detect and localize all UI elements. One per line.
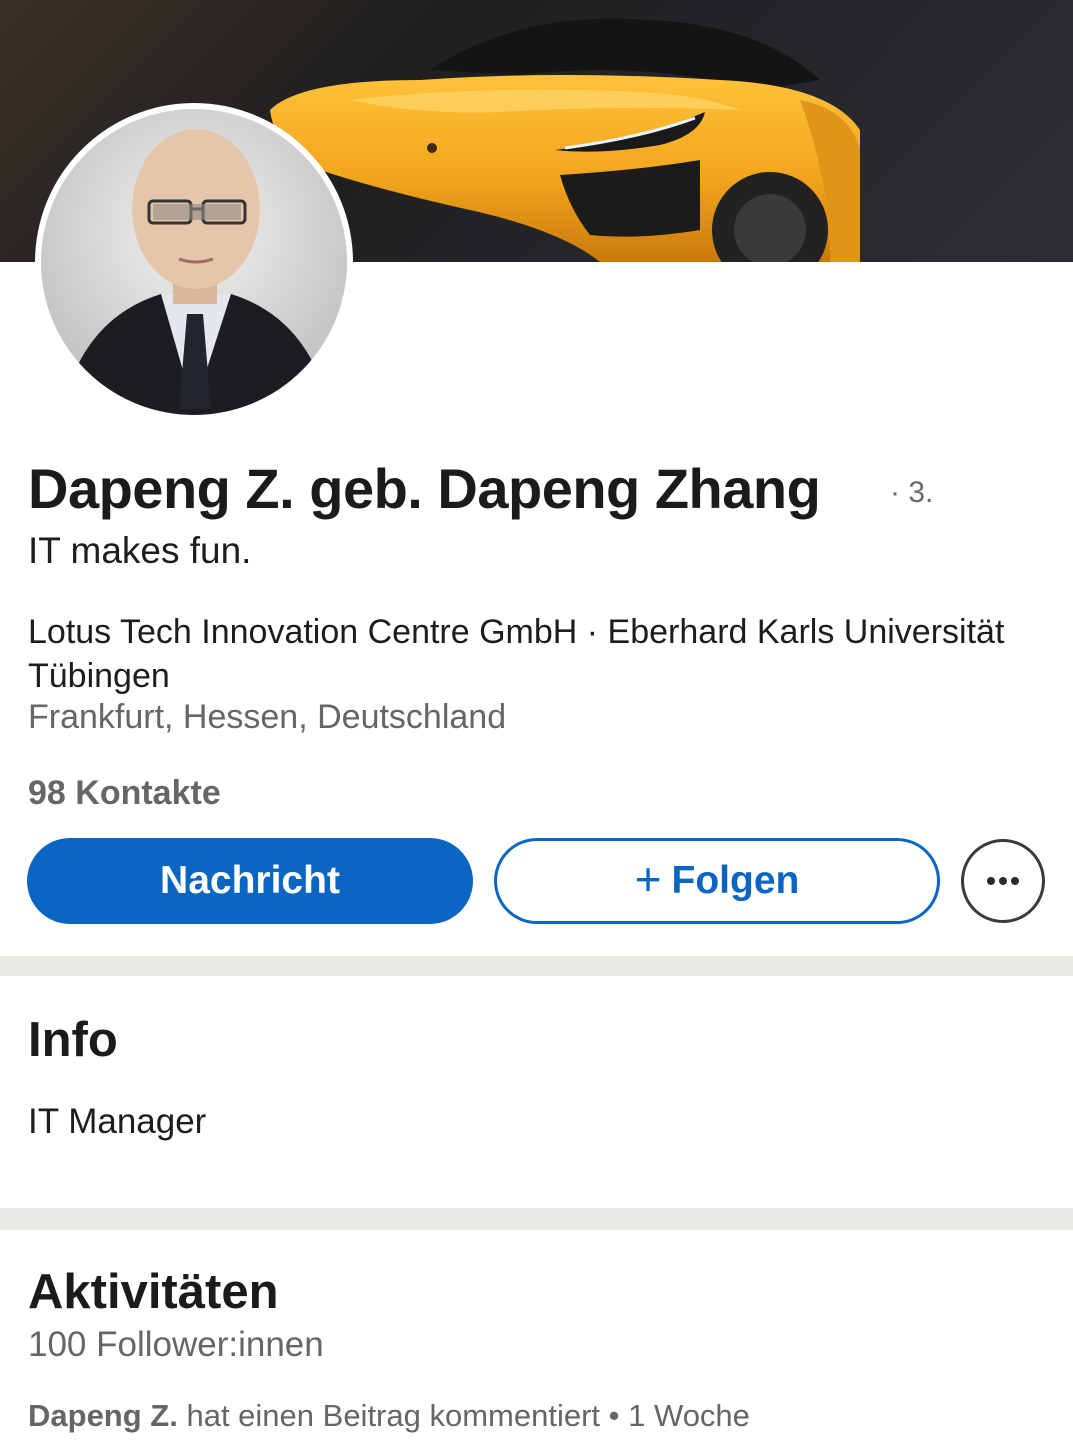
follow-button[interactable]: + Folgen	[494, 838, 940, 924]
followers-count[interactable]: 100 Follower:innen	[28, 1325, 324, 1365]
follow-button-label: Folgen	[671, 859, 800, 902]
activity-section-title: Aktivitäten	[28, 1265, 279, 1319]
activity-action: hat einen Beitrag kommentiert	[186, 1398, 601, 1433]
more-dots-icon	[987, 877, 1019, 885]
profile-photo	[41, 109, 347, 415]
profile-name: Dapeng Z. geb. Dapeng Zhang	[28, 457, 821, 520]
contacts-count[interactable]: 98 Kontakte	[28, 774, 221, 813]
plus-icon: +	[634, 853, 662, 905]
activity-item[interactable]: Dapeng Z. hat einen Beitrag kommentiert …	[28, 1398, 750, 1434]
connection-degree: · 3.	[890, 476, 934, 509]
info-text: IT Manager	[28, 1102, 207, 1141]
activity-time: 1 Woche	[628, 1398, 750, 1433]
activity-separator: •	[608, 1398, 620, 1433]
more-options-button[interactable]	[961, 839, 1045, 923]
profile-avatar[interactable]	[35, 103, 353, 421]
section-divider	[0, 1208, 1073, 1230]
activity-actor: Dapeng Z.	[28, 1398, 178, 1433]
info-section-title: Info	[28, 1013, 118, 1067]
profile-location: Frankfurt, Hessen, Deutschland	[28, 698, 507, 736]
profile-organizations[interactable]: Lotus Tech Innovation Centre GmbH · Eber…	[28, 610, 1028, 698]
message-button[interactable]: Nachricht	[27, 838, 473, 924]
section-divider	[0, 956, 1073, 976]
message-button-label: Nachricht	[160, 859, 340, 902]
profile-headline: IT makes fun.	[28, 530, 252, 571]
